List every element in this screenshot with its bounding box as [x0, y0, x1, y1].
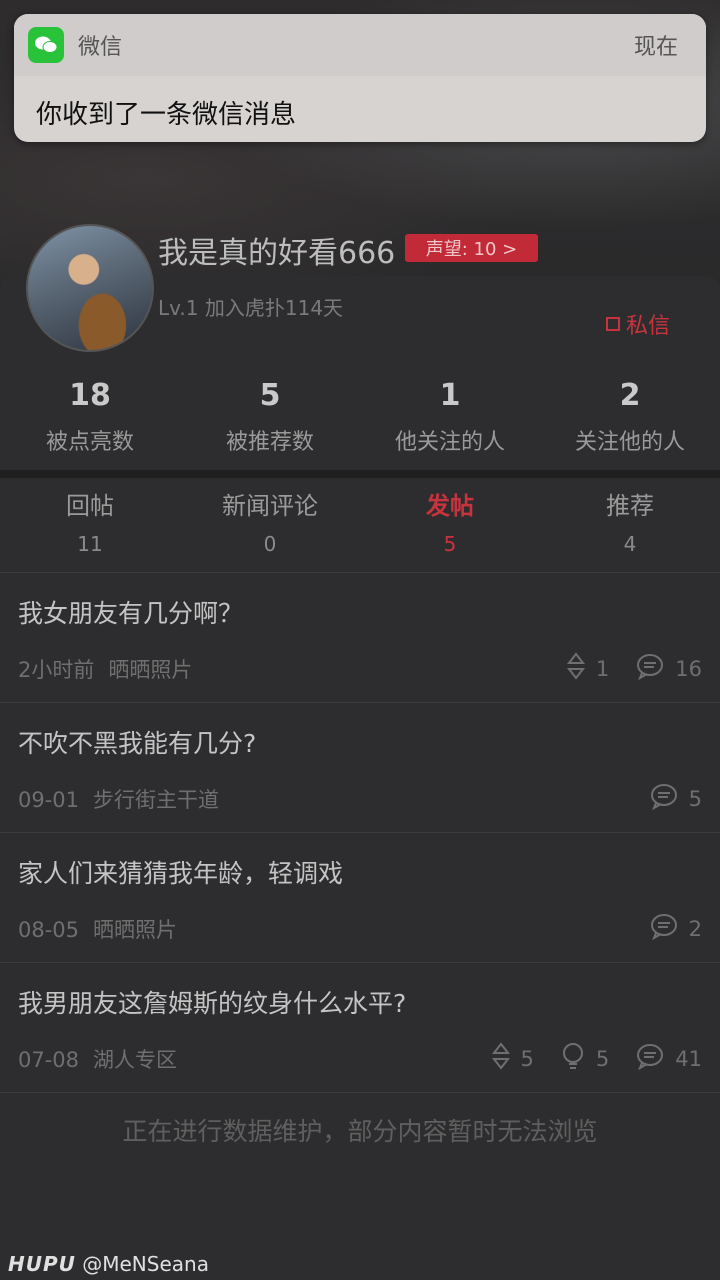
- light-icon: [566, 652, 586, 685]
- post-title: 家人们来猜猜我年龄，轻调戏: [18, 859, 344, 888]
- tab-posts[interactable]: 发帖 5: [360, 486, 540, 572]
- comment-count: 2: [649, 912, 702, 945]
- notification-app-name: 微信: [78, 35, 123, 60]
- comment-icon: [649, 912, 679, 945]
- maintenance-notice: 正在进行数据维护，部分内容暂时无法浏览: [122, 1117, 598, 1146]
- post-board: 步行街主干道: [93, 788, 220, 812]
- avatar[interactable]: [26, 224, 154, 352]
- light-value: 1: [595, 656, 610, 681]
- recommend-count: 5: [560, 1042, 609, 1075]
- post-stats: 5 5 41: [491, 1042, 702, 1075]
- stat-value: 5: [259, 378, 281, 413]
- stat-label: 他关注的人: [394, 430, 505, 455]
- post-stats: 1 16: [566, 652, 702, 685]
- comment-icon: [635, 1042, 665, 1075]
- post-item[interactable]: 家人们来猜猜我年龄，轻调戏 08-05 晒晒照片 2: [0, 832, 720, 962]
- stat-value: 1: [439, 378, 461, 413]
- post-item[interactable]: 我女朋友有几分啊？ 2小时前 晒晒照片 1 16: [0, 572, 720, 702]
- notification-message: 你收到了一条微信消息: [36, 100, 297, 130]
- stats-row: 18 被点亮数 5 被推荐数 1 他关注的人 2 关注他的人: [0, 374, 720, 470]
- stat-recommended[interactable]: 5 被推荐数: [180, 374, 360, 470]
- post-date: 08-05: [18, 918, 80, 942]
- tab-label: 新闻评论: [222, 492, 318, 520]
- post-stats: 2: [649, 912, 702, 945]
- comment-value: 41: [675, 1046, 702, 1071]
- light-count: 5: [491, 1042, 534, 1075]
- content-tabs: 回帖 11 新闻评论 0 发帖 5 推荐 4: [0, 486, 720, 572]
- tab-count: 4: [623, 532, 637, 556]
- post-board: 湖人专区: [93, 1048, 178, 1072]
- section-divider: [0, 470, 720, 478]
- wechat-notification[interactable]: 微信 现在 你收到了一条微信消息: [14, 14, 706, 142]
- stat-value: 18: [69, 378, 111, 413]
- comment-count: 41: [635, 1042, 702, 1075]
- comment-icon: [635, 652, 665, 685]
- post-title: 不吹不黑我能有几分?: [18, 729, 257, 758]
- stat-value: 2: [619, 378, 641, 413]
- tab-replies[interactable]: 回帖 11: [0, 486, 180, 572]
- tab-count: 11: [77, 532, 103, 556]
- stat-label: 被点亮数: [45, 430, 134, 455]
- light-count: 1: [566, 652, 609, 685]
- stat-followers[interactable]: 2 关注他的人: [540, 374, 720, 470]
- watermark-brand: HUPU: [8, 1252, 76, 1276]
- watermark-handle: @MeNSeana: [82, 1252, 209, 1276]
- divider: [0, 1092, 720, 1093]
- username: 我是真的好看666: [158, 236, 396, 271]
- post-date: 07-08: [18, 1048, 80, 1072]
- post-date: 2小时前: [18, 658, 95, 682]
- reputation-badge[interactable]: 声望: 10 >: [405, 234, 538, 262]
- light-value: 5: [520, 1046, 534, 1071]
- post-meta: 08-05 晒晒照片: [18, 914, 177, 944]
- comment-icon: [649, 782, 679, 815]
- private-message-label: 私信: [626, 314, 671, 339]
- post-board: 晒晒照片: [93, 918, 178, 942]
- comment-value: 16: [675, 656, 702, 681]
- stat-following[interactable]: 1 他关注的人: [360, 374, 540, 470]
- user-level: Lv.1 加入虎扑114天: [158, 296, 344, 320]
- notification-time: 现在: [633, 35, 678, 60]
- comment-count: 5: [649, 782, 702, 815]
- notification-header: 微信 现在: [14, 14, 706, 76]
- recommend-value: 5: [595, 1046, 610, 1071]
- tab-count: 0: [263, 532, 277, 556]
- bulb-icon: [560, 1042, 586, 1075]
- post-date: 09-01: [18, 788, 80, 812]
- wechat-icon: [28, 27, 64, 63]
- post-meta: 09-01 步行街主干道: [18, 784, 219, 814]
- post-item[interactable]: 我男朋友这詹姆斯的纹身什么水平? 07-08 湖人专区 5 5 41: [0, 962, 720, 1092]
- post-meta: 07-08 湖人专区: [18, 1044, 177, 1074]
- post-stats: 5: [649, 782, 702, 815]
- tab-label: 发帖: [426, 492, 474, 520]
- message-icon: [606, 317, 620, 331]
- post-item[interactable]: 不吹不黑我能有几分? 09-01 步行街主干道 5: [0, 702, 720, 832]
- post-title: 我男朋友这詹姆斯的纹身什么水平?: [18, 989, 407, 1018]
- tab-count: 5: [443, 532, 457, 556]
- post-board: 晒晒照片: [108, 658, 193, 682]
- tab-label: 推荐: [606, 492, 654, 520]
- comment-count: 16: [635, 652, 702, 685]
- tab-news-comments[interactable]: 新闻评论 0: [180, 486, 360, 572]
- tab-recommend[interactable]: 推荐 4: [540, 486, 720, 572]
- stat-label: 关注他的人: [574, 430, 685, 455]
- post-meta: 2小时前 晒晒照片: [18, 654, 192, 684]
- stat-label: 被推荐数: [225, 430, 314, 455]
- watermark: HUPU @MeNSeana: [8, 1252, 209, 1276]
- private-message-button[interactable]: 私信: [606, 308, 670, 340]
- light-icon: [491, 1042, 511, 1075]
- post-title: 我女朋友有几分啊？: [18, 599, 244, 628]
- tab-label: 回帖: [66, 492, 114, 520]
- stat-lights[interactable]: 18 被点亮数: [0, 374, 180, 470]
- comment-value: 5: [688, 786, 702, 811]
- comment-value: 2: [688, 916, 702, 941]
